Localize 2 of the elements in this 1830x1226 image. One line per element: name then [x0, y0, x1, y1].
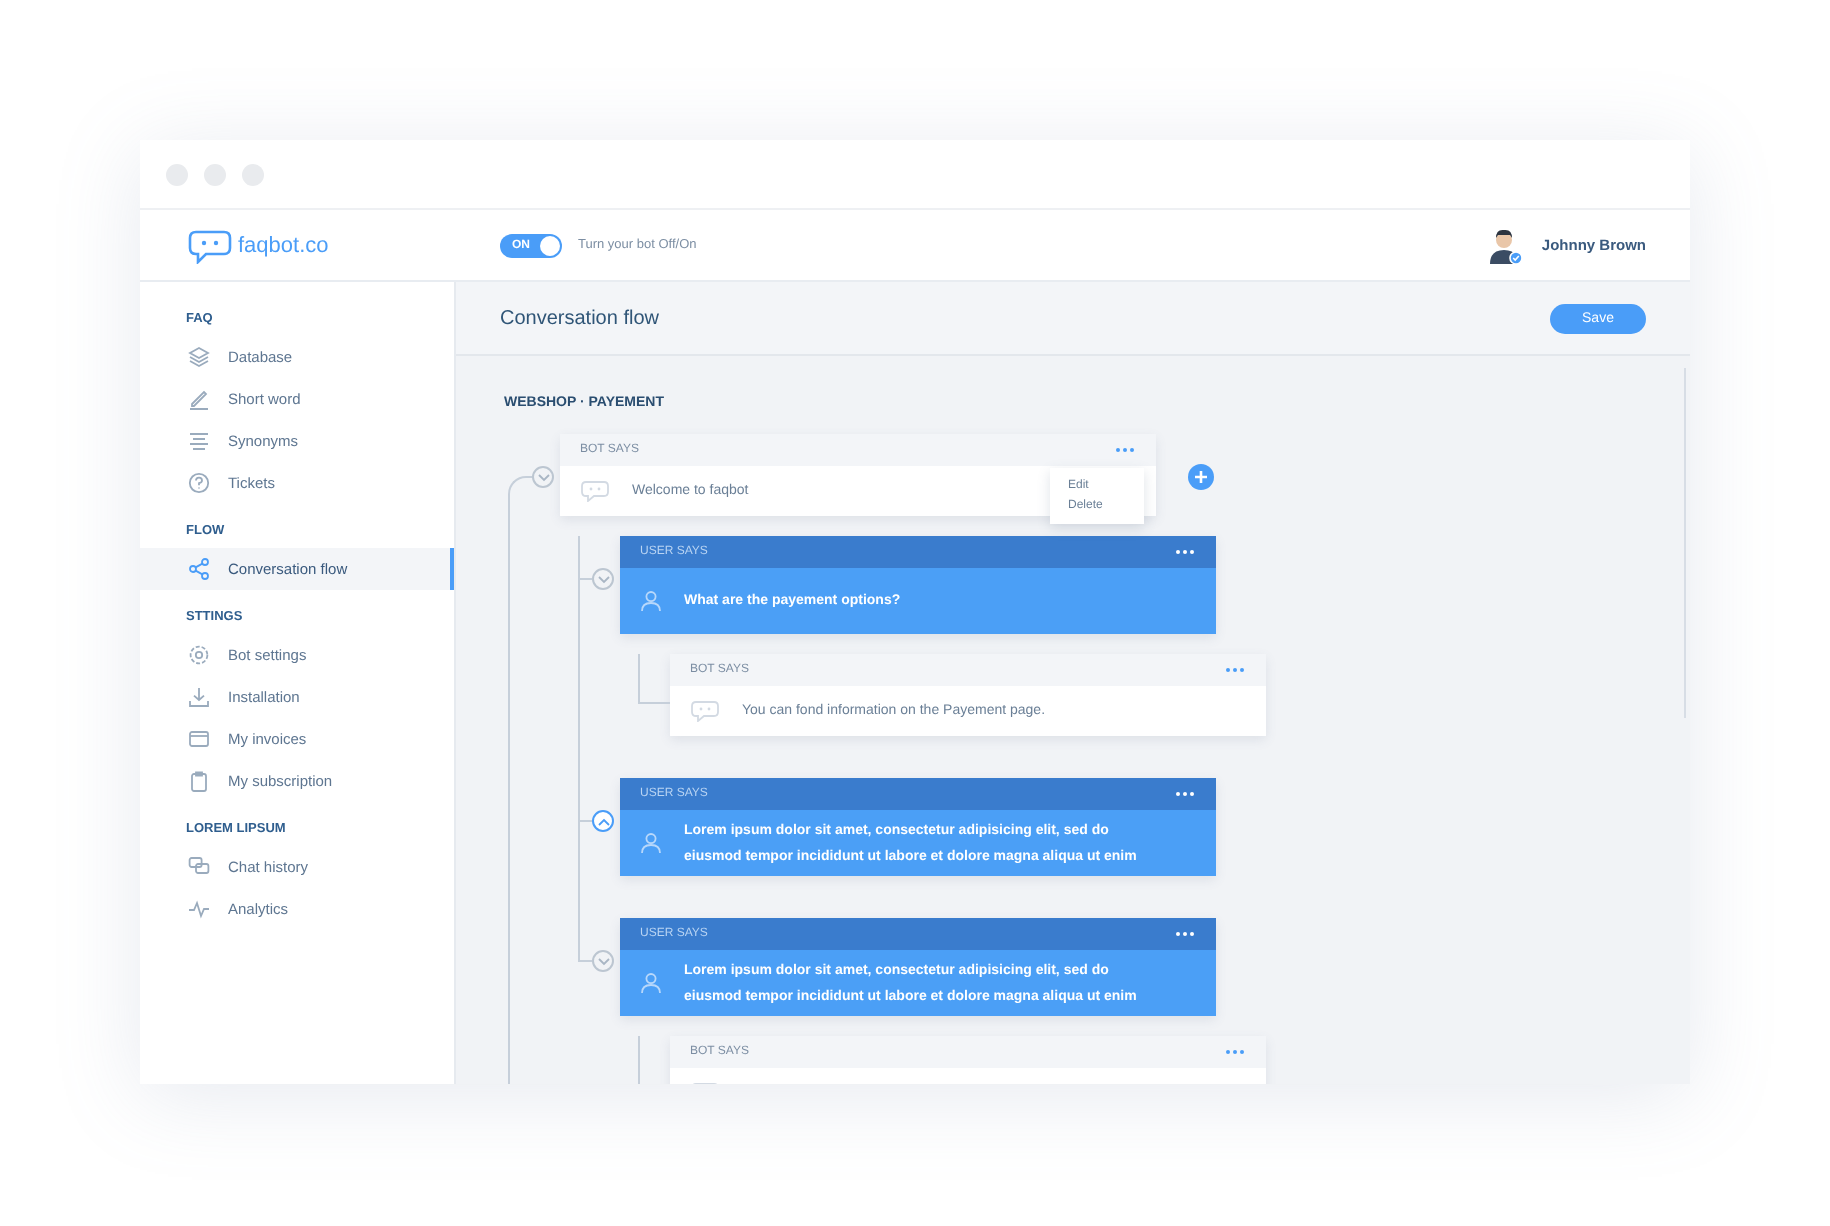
page-title: Conversation flow [500, 307, 659, 329]
logo-text: faqbot.co [238, 233, 329, 257]
